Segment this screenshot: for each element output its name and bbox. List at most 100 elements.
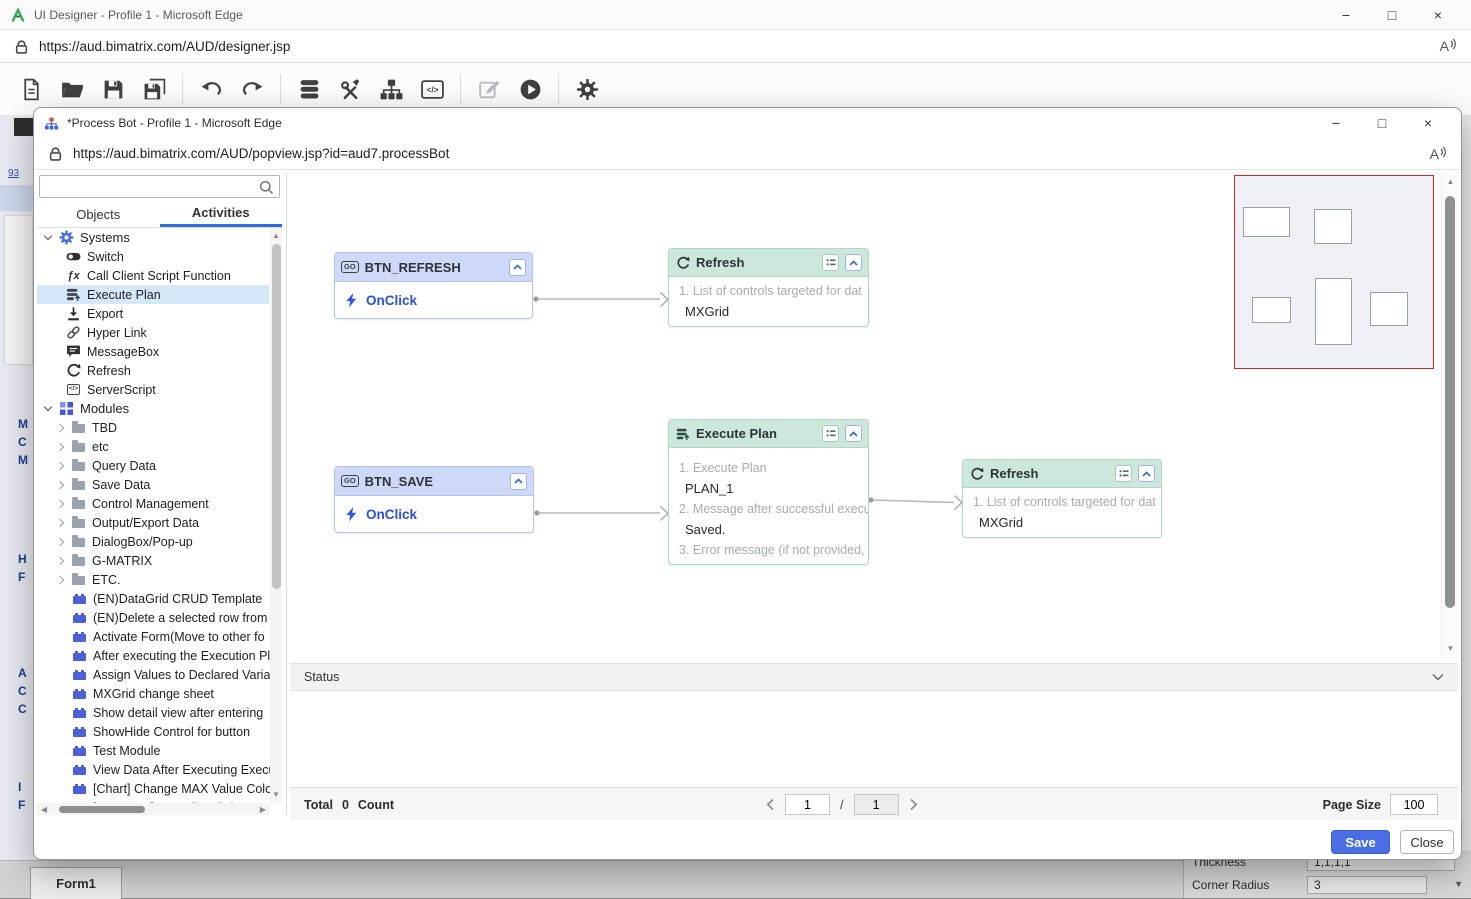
- tree-folder-g-matrix[interactable]: G-MATRIX: [37, 551, 269, 570]
- current-page-input[interactable]: [785, 794, 830, 815]
- tree-item-switch[interactable]: Switch: [37, 247, 269, 266]
- sidebar-search[interactable]: [39, 175, 280, 198]
- status-collapse-icon[interactable]: [1432, 673, 1444, 681]
- tree-folder-etc[interactable]: etc: [37, 437, 269, 456]
- tree-module-item[interactable]: Activate Form(Move to other fo: [37, 627, 269, 646]
- collapse-button[interactable]: [845, 425, 862, 442]
- node-header[interactable]: GO BTN_SAVE: [335, 467, 533, 496]
- scroll-right-icon[interactable]: ▶: [256, 805, 270, 814]
- scroll-down-icon[interactable]: ▼: [270, 789, 282, 801]
- minimize-button[interactable]: −: [1323, 1, 1369, 29]
- scroll-left-icon[interactable]: ◀: [37, 805, 51, 814]
- tree-module-item[interactable]: ShowHide Control for button: [37, 722, 269, 741]
- tree-folder-control-management[interactable]: Control Management: [37, 494, 269, 513]
- tree-item-messagebox[interactable]: MessageBox: [37, 342, 269, 361]
- maximize-button[interactable]: □: [1369, 1, 1415, 29]
- save-button[interactable]: Save: [1331, 830, 1390, 854]
- event-onclick[interactable]: OnClick: [335, 496, 533, 532]
- node-header[interactable]: Refresh: [669, 249, 868, 277]
- tree-folder-tbd[interactable]: TBD: [37, 418, 269, 437]
- canvas-vertical-scrollbar[interactable]: ▲ ▼: [1441, 172, 1458, 659]
- tree-module-item[interactable]: [Chart] Change MAX Value Colo: [37, 779, 269, 798]
- tree-node-modules[interactable]: Modules: [37, 399, 269, 418]
- tree-node-systems[interactable]: Systems: [37, 228, 269, 247]
- properties-button[interactable]: [822, 425, 839, 442]
- new-file-icon[interactable]: [18, 76, 44, 102]
- prev-page-button[interactable]: [766, 798, 775, 811]
- properties-button[interactable]: [1115, 465, 1132, 482]
- search-input[interactable]: [40, 176, 279, 197]
- close-button[interactable]: Close: [1400, 830, 1454, 854]
- node-btn-refresh[interactable]: GO BTN_REFRESH OnClick: [334, 252, 533, 319]
- page-size-input[interactable]: [1390, 794, 1438, 815]
- tree-module-item[interactable]: (EN)DataGrid CRUD Template: [37, 589, 269, 608]
- tree-module-item[interactable]: View Data After Executing Execu: [37, 760, 269, 779]
- field-value[interactable]: MXGrid: [963, 512, 1161, 533]
- tree-folder-etc2[interactable]: ETC.: [37, 570, 269, 589]
- properties-button[interactable]: [822, 254, 839, 271]
- total-pages-input[interactable]: [854, 794, 899, 815]
- tree-folder-dialogbox-popup[interactable]: DialogBox/Pop-up: [37, 532, 269, 551]
- node-header[interactable]: Refresh: [963, 460, 1161, 488]
- collapse-button[interactable]: [1138, 465, 1155, 482]
- tree-item-serverscript[interactable]: </> ServerScript: [37, 380, 269, 399]
- save-icon[interactable]: [100, 76, 126, 102]
- tree-item-refresh[interactable]: Refresh: [37, 361, 269, 380]
- tree-folder-query-data[interactable]: Query Data: [37, 456, 269, 475]
- settings-gear-icon[interactable]: [574, 76, 600, 102]
- scrollbar-thumb[interactable]: [59, 806, 145, 813]
- tree-folder-output-export-data[interactable]: Output/Export Data: [37, 513, 269, 532]
- tree-vertical-scrollbar[interactable]: ▲ ▼: [270, 228, 282, 803]
- tree-item-hyper-link[interactable]: Hyper Link: [37, 323, 269, 342]
- tree-horizontal-scrollbar[interactable]: ◀ ▶: [37, 803, 270, 815]
- collapse-button[interactable]: [509, 259, 526, 276]
- tree-folder-save-data[interactable]: Save Data: [37, 475, 269, 494]
- node-execute-plan[interactable]: Execute Plan 1. Execute Plan PLAN_1 2. M…: [668, 419, 869, 565]
- tab-objects[interactable]: Objects: [37, 201, 160, 227]
- field-value[interactable]: PLAN_1: [669, 478, 868, 499]
- node-btn-save[interactable]: GO BTN_SAVE OnClick: [334, 466, 534, 533]
- next-page-button[interactable]: [909, 798, 918, 811]
- tree-item-call-client-script-function[interactable]: ƒx Call Client Script Function: [37, 266, 269, 285]
- tree-module-item[interactable]: After executing the Execution Pl: [37, 646, 269, 665]
- edit-icon[interactable]: [476, 76, 502, 102]
- collapse-button[interactable]: [510, 473, 527, 490]
- property-value[interactable]: 3: [1307, 876, 1427, 894]
- scroll-down-icon[interactable]: ▼: [1442, 643, 1459, 655]
- tree-module-item[interactable]: Assign Values to Declared Varial: [37, 665, 269, 684]
- tree-module-item[interactable]: Test Module: [37, 741, 269, 760]
- redo-icon[interactable]: [239, 76, 265, 102]
- read-aloud-icon[interactable]: A: [1440, 38, 1457, 54]
- collapse-button[interactable]: [845, 254, 862, 271]
- popup-urlbar[interactable]: https://aud.bimatrix.com/AUD/popview.jsp…: [34, 138, 1461, 170]
- tools-icon[interactable]: [337, 76, 363, 102]
- field-value[interactable]: MXGrid: [669, 301, 868, 322]
- tree-module-item[interactable]: MXGrid change sheet: [37, 684, 269, 703]
- tree-item-export[interactable]: Export: [37, 304, 269, 323]
- browser-urlbar[interactable]: https://aud.bimatrix.com/AUD/designer.js…: [0, 30, 1471, 63]
- node-header[interactable]: GO BTN_REFRESH: [335, 253, 532, 282]
- scrollbar-thumb[interactable]: [1445, 196, 1455, 608]
- node-header[interactable]: Execute Plan: [669, 420, 868, 448]
- tree-module-item[interactable]: (EN)Delete a selected row from: [37, 608, 269, 627]
- tab-form1[interactable]: Form1: [30, 867, 122, 899]
- field-value[interactable]: Saved.: [669, 519, 868, 540]
- code-icon[interactable]: </>: [419, 76, 445, 102]
- popup-close-button[interactable]: ×: [1405, 109, 1451, 137]
- open-folder-icon[interactable]: [59, 76, 85, 102]
- scrollbar-thumb[interactable]: [272, 244, 281, 589]
- tree-module-item[interactable]: Show detail view after entering: [37, 703, 269, 722]
- read-aloud-icon[interactable]: A: [1430, 146, 1447, 162]
- minimap[interactable]: [1234, 175, 1434, 369]
- undo-icon[interactable]: [198, 76, 224, 102]
- tree-item-execute-plan[interactable]: Execute Plan: [37, 285, 269, 304]
- tab-activities[interactable]: Activities: [160, 201, 283, 227]
- save-all-icon[interactable]: [141, 76, 167, 102]
- popup-minimize-button[interactable]: −: [1313, 109, 1359, 137]
- flow-canvas[interactable]: GO BTN_REFRESH OnClick Refresh: [289, 172, 1458, 659]
- play-icon[interactable]: [517, 76, 543, 102]
- database-icon[interactable]: [296, 76, 322, 102]
- node-refresh-2[interactable]: Refresh 1. List of controls targeted for…: [962, 459, 1162, 538]
- node-refresh-1[interactable]: Refresh 1. List of controls targeted for…: [668, 248, 869, 327]
- dropdown-arrow-icon[interactable]: ▼: [1454, 879, 1463, 889]
